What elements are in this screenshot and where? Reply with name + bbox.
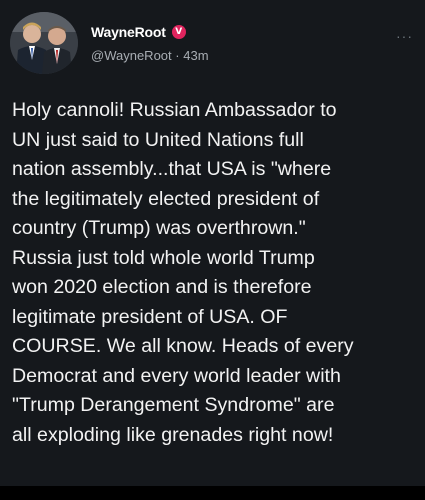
tweet-line: all exploding like grenades right now!	[12, 423, 334, 446]
handle-row: @WayneRoot · 43m	[91, 48, 209, 63]
tweet-line: legitimate president of USA. OF	[12, 305, 288, 328]
tweet-card: WayneRoot V @WayneRoot · 43m ··· Holy ca…	[0, 0, 425, 486]
user-handle[interactable]: @WayneRoot	[91, 48, 172, 63]
tweet-line: won 2020 election and is therefore	[12, 276, 312, 298]
tweet-line: Holy cannoli! Russian Ambassador to	[12, 99, 337, 121]
tweet-line: "Trump Derangement Syndrome" are	[12, 394, 335, 416]
verified-badge-icon: V	[171, 25, 186, 39]
name-row: WayneRoot V	[91, 24, 186, 40]
tweet-line: the legitimately elected president of	[12, 187, 320, 210]
avatar[interactable]	[10, 12, 78, 74]
tweet-line: country (Trump) was overthrown."	[12, 217, 306, 239]
timestamp[interactable]: 43m	[183, 48, 208, 63]
tweet-line: Democrat and every world leader with	[12, 364, 341, 387]
tweet-line: nation assembly...that USA is "where	[12, 158, 332, 180]
tweet-line: UN just said to United Nations full	[12, 128, 304, 151]
tweet-line: COURSE. We all know. Heads of every	[12, 335, 354, 357]
tweet-header: WayneRoot V @WayneRoot · 43m ···	[0, 0, 425, 80]
more-options-icon[interactable]: ···	[396, 28, 413, 44]
tweet-line: Russia just told whole world Trump	[12, 246, 315, 269]
display-name[interactable]: WayneRoot	[91, 24, 166, 40]
tweet-text: Holy cannoli! Russian Ambassador to UN j…	[12, 96, 417, 450]
dot-separator: ·	[175, 48, 180, 63]
